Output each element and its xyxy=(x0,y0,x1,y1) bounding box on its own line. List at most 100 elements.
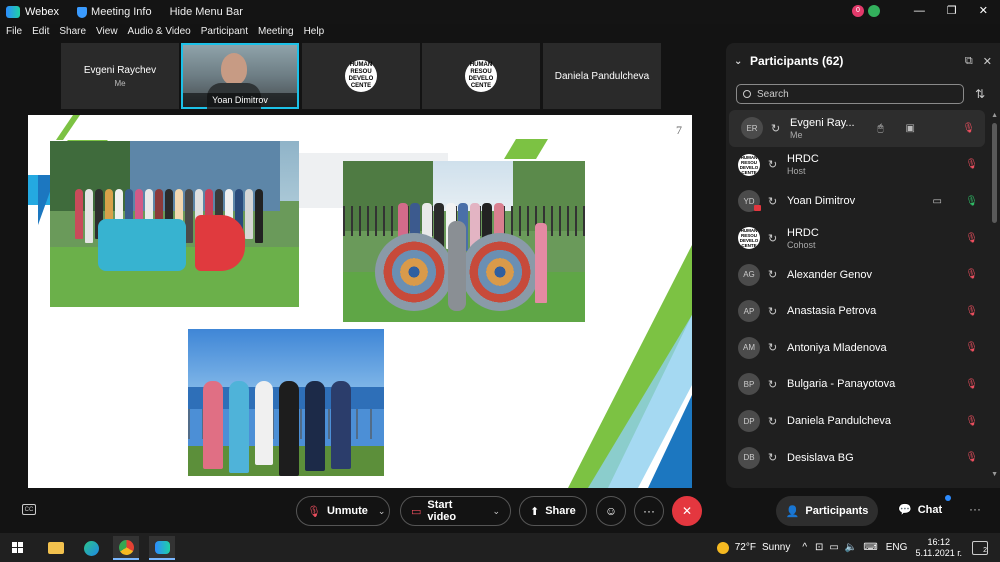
tray-chevron-up-icon[interactable]: ^ xyxy=(802,542,807,553)
more-options-button[interactable]: ··· xyxy=(634,496,664,526)
participant-name: Evgeni Ray... xyxy=(790,116,855,129)
mic-muted-icon: 🎙 xyxy=(307,505,321,518)
captions-icon[interactable]: CC xyxy=(22,504,36,515)
video-off-icon: ▭ xyxy=(411,505,422,518)
menu-item-help[interactable]: Help xyxy=(304,26,325,40)
windows-start-icon[interactable] xyxy=(12,542,23,553)
participant-row[interactable]: YD ↻ Yoan Dimitrov ▭ 🎙 xyxy=(726,183,988,220)
language-indicator[interactable]: ENG xyxy=(886,542,908,553)
collapse-chevron-icon[interactable]: ⌄ xyxy=(734,56,742,67)
mouse-icon[interactable]: 🖱 xyxy=(878,123,884,134)
participant-search-input[interactable]: Search xyxy=(736,84,964,104)
file-explorer-icon[interactable] xyxy=(43,536,69,560)
participant-row[interactable]: DB ↻ Desislava BG 🎙 xyxy=(726,439,988,476)
share-button[interactable]: ⬆ Share xyxy=(519,496,587,526)
participant-row[interactable]: DP ↻ Daniela Pandulcheva 🎙 xyxy=(726,403,988,440)
mic-muted-icon[interactable]: 🎙 xyxy=(962,123,975,134)
mic-muted-icon[interactable]: 🎙 xyxy=(965,233,978,244)
minimize-icon[interactable]: — xyxy=(914,5,925,17)
video-tile-hrdc-1[interactable]: HUMAN RESOU DEVELO CENTE xyxy=(302,43,420,109)
mic-muted-icon[interactable]: 🎙 xyxy=(965,379,978,390)
clock-time: 16:12 xyxy=(927,536,950,547)
participant-row[interactable]: AP ↻ Anastasia Petrova 🎙 xyxy=(726,293,988,330)
sync-icon: ↻ xyxy=(768,232,778,245)
webex-tray-icon[interactable]: ⊡ xyxy=(815,542,823,553)
participant-row[interactable]: ER ↻ Evgeni Ray... Me 🖱 ▣ 🎙 xyxy=(729,110,985,147)
scroll-up-icon[interactable]: ▲ xyxy=(991,112,998,119)
mic-muted-icon[interactable]: 🎙 xyxy=(965,342,978,353)
volume-icon[interactable]: 🔈 xyxy=(845,542,857,553)
maximize-icon[interactable]: ❐ xyxy=(947,4,957,17)
edge-browser-icon[interactable] xyxy=(78,536,104,560)
hide-menu-bar-label: Hide Menu Bar xyxy=(169,6,243,18)
reactions-button[interactable]: ☺ xyxy=(596,496,626,526)
video-tile-hrdc-2[interactable]: HUMAN RESOU DEVELO CENTE xyxy=(422,43,540,109)
sort-icon[interactable]: ⇅ xyxy=(975,87,985,101)
avatar: DP xyxy=(738,410,760,433)
hide-menu-bar-button[interactable]: Hide Menu Bar xyxy=(170,6,243,18)
unmute-button[interactable]: 🎙 Unmute ⌄ xyxy=(296,496,390,526)
participant-row[interactable]: AM ↻ Antoniya Mladenova 🎙 xyxy=(726,330,988,367)
ue-logo-sign xyxy=(195,215,245,271)
video-tile-daniela[interactable]: Daniela Pandulcheva xyxy=(543,43,661,109)
mic-muted-icon[interactable]: 🎙 xyxy=(965,159,978,170)
mic-muted-icon[interactable]: 🎙 xyxy=(965,306,978,317)
chrome-browser-icon[interactable] xyxy=(113,536,139,560)
participant-name-block: Alexander Genov xyxy=(787,269,872,281)
close-panel-icon[interactable]: ✕ xyxy=(983,55,992,68)
avatar: DB xyxy=(738,446,760,469)
close-window-icon[interactable]: ✕ xyxy=(979,4,988,17)
participant-name-block: Anastasia Petrova xyxy=(787,305,876,317)
mic-muted-icon[interactable]: 🎙 xyxy=(965,416,978,427)
weather-sun-icon[interactable] xyxy=(716,541,729,554)
notification-badge-icon[interactable]: 0 xyxy=(851,4,864,17)
scroll-down-icon[interactable]: ▼ xyxy=(991,471,998,478)
end-call-button[interactable]: ✕ xyxy=(672,496,702,526)
video-tile-yoan[interactable]: Yoan Dimitrov xyxy=(181,43,299,109)
keyboard-icon[interactable]: ⌨ xyxy=(863,542,877,553)
participant-role: Me xyxy=(790,129,803,140)
sync-icon: ↻ xyxy=(768,378,778,391)
computer-audio-icon[interactable]: ▣ xyxy=(906,123,915,134)
participant-row[interactable]: AG ↻ Alexander Genov 🎙 xyxy=(726,256,988,293)
participants-button[interactable]: 👤 Participants xyxy=(776,496,878,526)
camera-icon[interactable]: ▭ xyxy=(933,196,942,207)
participant-name-block: HRDC Cohost xyxy=(787,227,819,250)
participant-row[interactable]: HUMAN RESOU DEVELO CENTE ↻ HRDC Cohost 🎙 xyxy=(726,220,988,257)
participant-name: Desislava BG xyxy=(787,451,854,464)
chat-unread-dot xyxy=(945,495,951,501)
chevron-down-icon[interactable]: ⌄ xyxy=(492,506,500,517)
participant-row[interactable]: HUMAN RESOU DEVELO CENTE ↻ HRDC Host 🎙 xyxy=(726,147,988,184)
menu-item-file[interactable]: File xyxy=(6,26,22,40)
person-head xyxy=(221,53,247,85)
more-panels-icon[interactable]: ··· xyxy=(969,502,981,516)
notifications-icon[interactable]: 2 xyxy=(972,540,988,555)
mosaic-center xyxy=(448,221,466,311)
people-icon: 👤 xyxy=(785,505,800,518)
menu-item-edit[interactable]: Edit xyxy=(32,26,49,40)
mic-muted-icon[interactable]: 🎙 xyxy=(965,269,978,280)
menu-item-view[interactable]: View xyxy=(96,26,118,40)
meeting-info-button[interactable]: Meeting Info xyxy=(77,6,152,18)
network-icon[interactable]: ▭ xyxy=(829,542,838,553)
menu-item-meeting[interactable]: Meeting xyxy=(258,26,294,40)
menu-item-audio-video[interactable]: Audio & Video xyxy=(128,26,191,40)
mic-on-icon[interactable]: 🎙 xyxy=(965,196,978,207)
windows-taskbar: 72°F Sunny ^ ⊡ ▭ 🔈 ⌨ ENG 16:12 5.11.2021… xyxy=(0,533,1000,562)
chat-button[interactable]: 💬 Chat xyxy=(898,503,942,517)
webex-taskbar-icon[interactable] xyxy=(149,536,175,560)
sync-icon: ↻ xyxy=(771,122,781,135)
chevron-down-icon[interactable]: ⌄ xyxy=(378,506,386,517)
clock[interactable]: 16:12 5.11.2021 г. xyxy=(915,537,962,559)
menu-item-share[interactable]: Share xyxy=(59,26,86,40)
participant-row[interactable]: BP ↻ Bulgaria - Panayotova 🎙 xyxy=(726,366,988,403)
start-video-button[interactable]: ▭ Start video ⌄ xyxy=(400,496,511,526)
popout-icon[interactable]: ⧉ xyxy=(965,55,973,68)
menu-item-participant[interactable]: Participant xyxy=(201,26,248,40)
video-tile-evgeni[interactable]: Evgeni Raychev Me xyxy=(61,43,179,109)
network-status-icon[interactable] xyxy=(867,4,880,17)
panel-scrollbar[interactable] xyxy=(992,123,997,223)
participant-role: Host xyxy=(787,166,806,177)
mic-muted-icon[interactable]: 🎙 xyxy=(965,452,978,463)
share-label: Share xyxy=(545,505,576,517)
